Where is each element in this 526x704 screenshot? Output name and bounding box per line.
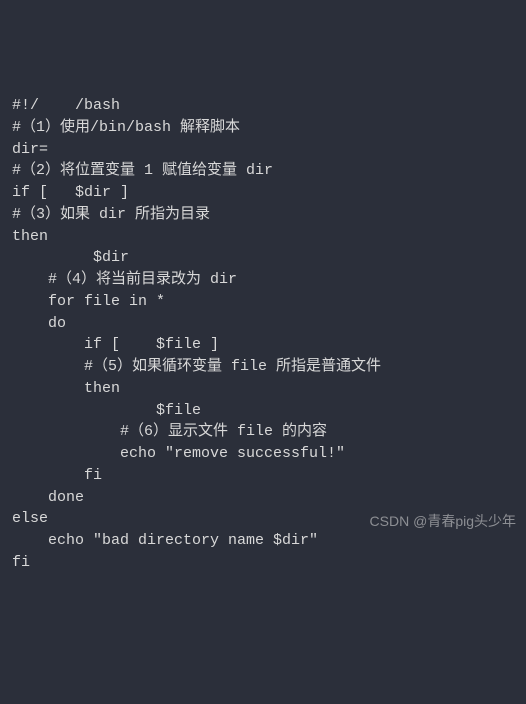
code-line: #（1）使用/bin/bash 解释脚本	[12, 117, 514, 139]
code-line: #（5）如果循环变量 file 所指是普通文件	[12, 356, 514, 378]
code-line: echo "remove successful!"	[12, 443, 514, 465]
code-line: then	[12, 226, 514, 248]
code-line: #（6）显示文件 file 的内容	[12, 421, 514, 443]
code-line: fi	[12, 465, 514, 487]
watermark-text: CSDN @青春pig头少年	[370, 511, 516, 531]
code-line: echo "bad directory name $dir"	[12, 530, 514, 552]
code-line: #（2）将位置变量 1 赋值给变量 dir	[12, 160, 514, 182]
code-line: if [ $dir ]	[12, 182, 514, 204]
code-line: #（3）如果 dir 所指为目录	[12, 204, 514, 226]
code-line: if [ $file ]	[12, 334, 514, 356]
code-line: #!/ /bash	[12, 95, 514, 117]
code-line: dir=	[12, 139, 514, 161]
code-line: fi	[12, 552, 514, 574]
code-line: $file	[12, 400, 514, 422]
code-line: done	[12, 487, 514, 509]
code-block: #!/ /bash#（1）使用/bin/bash 解释脚本dir=#（2）将位置…	[12, 95, 514, 574]
code-line: for file in *	[12, 291, 514, 313]
code-line: then	[12, 378, 514, 400]
code-line: #（4）将当前目录改为 dir	[12, 269, 514, 291]
code-line: $dir	[12, 247, 514, 269]
code-line: do	[12, 313, 514, 335]
